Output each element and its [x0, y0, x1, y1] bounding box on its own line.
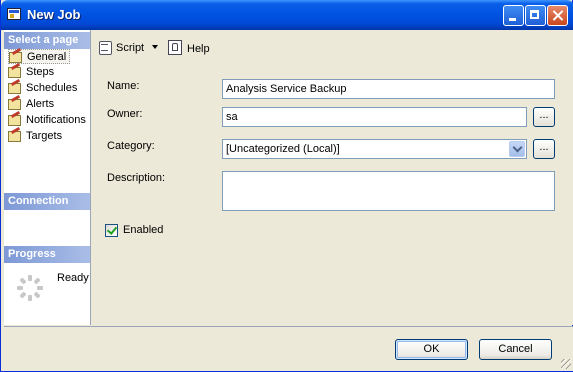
dropdown-arrow-icon[interactable]: [152, 45, 159, 49]
sidebar-item-label: Alerts: [26, 98, 55, 110]
minimize-button[interactable]: [503, 5, 524, 26]
select-page-header: Select a page: [4, 32, 90, 49]
progress-header: Progress: [4, 246, 90, 263]
sidebar-item-label: Steps: [26, 66, 55, 78]
enabled-checkbox[interactable]: [105, 224, 118, 237]
script-icon: [98, 40, 112, 55]
owner-browse-button[interactable]: ...: [533, 107, 555, 127]
progress-status: Ready: [57, 272, 89, 284]
help-label: Help: [187, 43, 210, 55]
sidebar-item-general[interactable]: General: [8, 49, 71, 64]
sidebar-item-notifications[interactable]: Notifications: [8, 113, 89, 128]
page-icon: [8, 65, 21, 78]
owner-field[interactable]: sa: [222, 107, 527, 127]
sidebar-item-label: Notifications: [26, 114, 86, 126]
category-select[interactable]: [Uncategorized (Local)]: [222, 139, 527, 159]
sidebar-item-schedules[interactable]: Schedules: [8, 81, 80, 96]
page-icon: [9, 50, 22, 63]
maximize-button[interactable]: [525, 5, 546, 26]
name-label: Name:: [107, 80, 140, 92]
page-icon: [8, 97, 21, 110]
new-job-dialog: New Job Select a page General Steps Sche…: [0, 0, 573, 372]
sidebar-item-steps[interactable]: Steps: [8, 65, 57, 80]
application-icon: [7, 8, 21, 20]
description-field[interactable]: [222, 171, 555, 211]
close-button[interactable]: [547, 5, 568, 26]
sidebar-item-alerts[interactable]: Alerts: [8, 97, 57, 112]
name-field[interactable]: Analysis Service Backup: [222, 79, 555, 99]
description-label: Description:: [107, 172, 166, 184]
category-selected-value: [Uncategorized (Local)]: [226, 143, 340, 155]
enabled-label[interactable]: Enabled: [123, 224, 163, 236]
general-page-panel: Name: Analysis Service Backup Owner: sa …: [91, 62, 573, 325]
script-button[interactable]: Script: [98, 40, 159, 55]
sidebar-item-label: General: [27, 51, 67, 63]
category-label: Category:: [107, 140, 155, 152]
help-button[interactable]: Help: [168, 40, 210, 55]
connection-header: Connection: [4, 193, 90, 210]
page-icon: [8, 113, 21, 126]
category-browse-button[interactable]: ...: [533, 139, 555, 159]
chevron-down-icon[interactable]: [509, 141, 525, 157]
sidebar-item-targets[interactable]: Targets: [8, 129, 65, 144]
page-icon: [8, 129, 21, 142]
resize-grip[interactable]: [561, 359, 571, 369]
cancel-button[interactable]: Cancel: [479, 339, 552, 360]
toolbar: Script Help: [91, 30, 573, 63]
page-icon: [8, 81, 21, 94]
ok-button[interactable]: OK: [395, 339, 468, 360]
sidebar-item-label: Schedules: [26, 82, 78, 94]
window-title: New Job: [27, 7, 81, 22]
title-bar[interactable]: New Job: [1, 0, 573, 30]
owner-label: Owner:: [107, 108, 143, 120]
help-icon: [168, 40, 182, 55]
sidebar-item-label: Targets: [26, 130, 63, 142]
script-label: Script: [116, 42, 145, 54]
page-selector-pane: Select a page General Steps Schedules Al…: [4, 30, 91, 325]
progress-spinner-icon: [17, 275, 43, 301]
dialog-footer: OK Cancel: [4, 326, 573, 371]
